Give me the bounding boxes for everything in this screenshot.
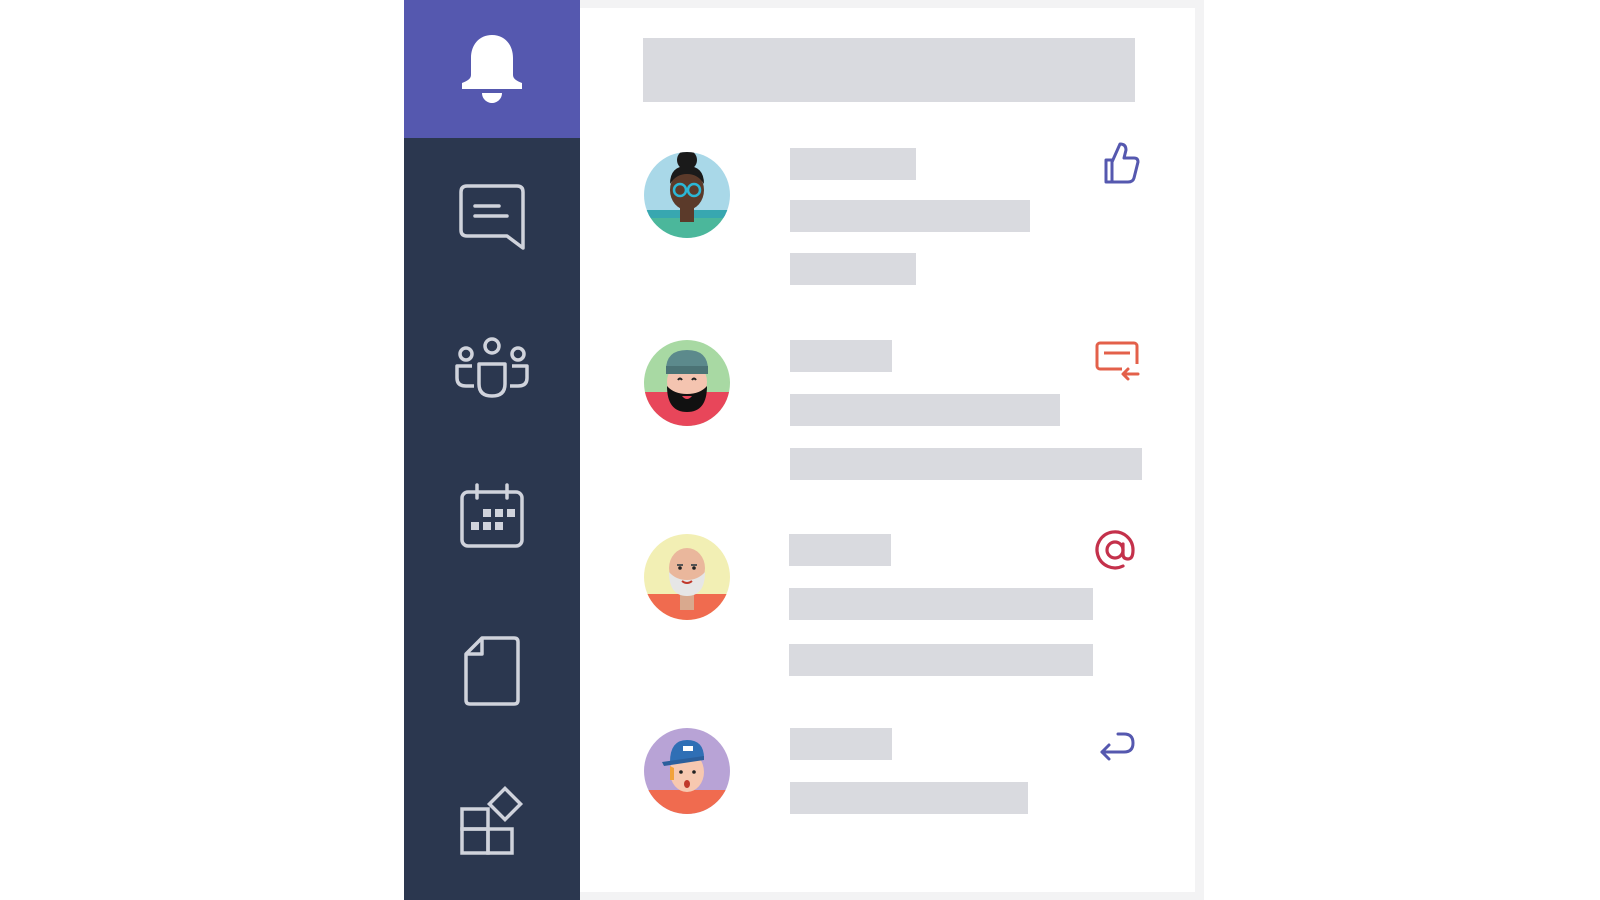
teams-app-window xyxy=(404,0,1204,900)
at-mention-icon xyxy=(1095,530,1135,570)
thumbs-up-icon xyxy=(1104,142,1140,184)
activity-panel-frame xyxy=(580,0,1204,900)
nav-item-chat[interactable] xyxy=(404,150,580,288)
feed-line-2 xyxy=(790,200,1030,232)
feed-line-3 xyxy=(790,253,916,285)
calendar-icon xyxy=(460,483,524,548)
chat-icon xyxy=(459,184,525,250)
feed-line-3 xyxy=(789,644,1093,676)
feed-item-reply[interactable] xyxy=(580,340,1195,510)
file-icon xyxy=(464,636,520,706)
feed-line-1 xyxy=(790,340,892,372)
teams-icon xyxy=(455,337,529,398)
reply-arrow-icon xyxy=(1100,732,1135,761)
feed-line-1 xyxy=(790,728,892,760)
avatar xyxy=(644,534,730,620)
nav-item-apps[interactable] xyxy=(404,752,580,890)
nav-item-files[interactable] xyxy=(404,602,580,740)
feed-header-placeholder xyxy=(643,38,1135,102)
feed-item-reply-arrow[interactable] xyxy=(580,728,1195,898)
feed-item-like[interactable] xyxy=(580,142,1195,318)
avatar xyxy=(644,152,730,238)
avatar xyxy=(644,340,730,426)
feed-line-1 xyxy=(789,534,891,566)
nav-item-activity[interactable] xyxy=(404,0,580,138)
feed-line-1 xyxy=(790,148,916,180)
nav-item-calendar[interactable] xyxy=(404,448,580,586)
reply-card-icon xyxy=(1095,341,1140,382)
nav-item-teams[interactable] xyxy=(404,300,580,438)
apps-icon xyxy=(460,785,524,855)
activity-feed-panel xyxy=(580,8,1195,892)
feed-line-2 xyxy=(789,588,1093,620)
bell-icon xyxy=(462,35,522,103)
nav-rail xyxy=(404,0,580,900)
feed-line-2 xyxy=(790,782,1028,814)
avatar xyxy=(644,728,730,814)
feed-line-3 xyxy=(790,448,1142,480)
feed-line-2 xyxy=(790,394,1060,426)
feed-item-mention[interactable] xyxy=(580,530,1195,704)
